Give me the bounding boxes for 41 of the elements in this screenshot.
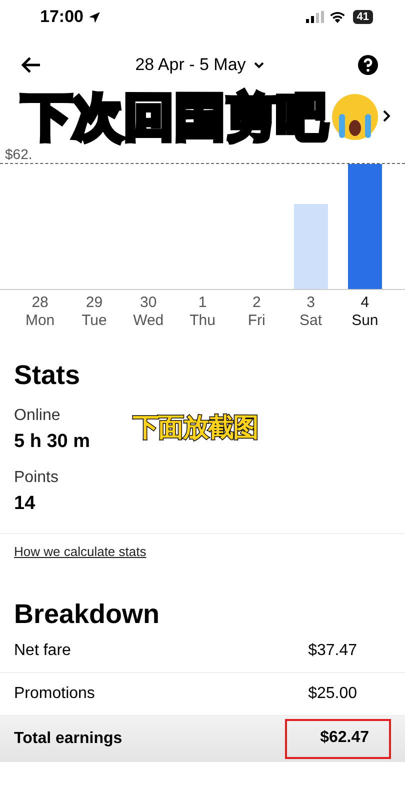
stat-label: Points (14, 469, 60, 487)
day-name: Mon (25, 312, 55, 330)
location-arrow-icon (88, 10, 102, 24)
breakdown-amount: $37.47 (308, 642, 357, 660)
stat-value: 14 (14, 493, 36, 515)
sticker-caption: 下面放截图 (133, 412, 258, 445)
caret-icon (254, 61, 264, 69)
day-name: Sat (300, 312, 322, 330)
day-date: 29 (86, 294, 103, 312)
date-range-dropdown[interactable]: 28 Apr - 5 May (135, 55, 264, 75)
chevron-right-icon[interactable] (382, 110, 390, 122)
crying-emoji-icon (330, 92, 380, 142)
section-title: Stats (14, 360, 82, 391)
battery-icon: 41 (352, 10, 373, 24)
chart-max-label: $62. (5, 146, 32, 162)
status-time: 17:00 (40, 7, 84, 27)
back-arrow-icon[interactable] (21, 56, 41, 74)
day-date: 2 (252, 294, 261, 312)
wifi-icon (328, 11, 346, 23)
breakdown-label: Net fare (14, 642, 71, 660)
day-date: 30 (140, 294, 157, 312)
day-name: Wed (133, 312, 164, 330)
day-name: Thu (190, 312, 216, 330)
total-label: Total earnings (14, 730, 122, 748)
day-name: Sun (352, 312, 378, 330)
total-amount: $62.47 (285, 719, 391, 759)
day-date: 1 (198, 294, 207, 312)
breakdown-label: Promotions (14, 685, 95, 703)
stat-value: 5 h 30 m (14, 431, 92, 453)
caption-overlay: 下次回国剪吧 (22, 92, 328, 142)
stats-info-link[interactable]: How we calculate stats (14, 544, 146, 559)
day-name: Fri (248, 312, 266, 330)
day-date: 4 (360, 294, 370, 312)
help-icon[interactable] (358, 55, 378, 75)
day-date: 28 (32, 294, 48, 312)
section-title: Breakdown (14, 599, 161, 630)
day-date: 3 (306, 294, 315, 312)
stat-label: Online (14, 407, 62, 425)
breakdown-amount: $25.00 (308, 685, 357, 703)
signal-icon (306, 11, 324, 23)
day-name: Tue (82, 312, 107, 330)
